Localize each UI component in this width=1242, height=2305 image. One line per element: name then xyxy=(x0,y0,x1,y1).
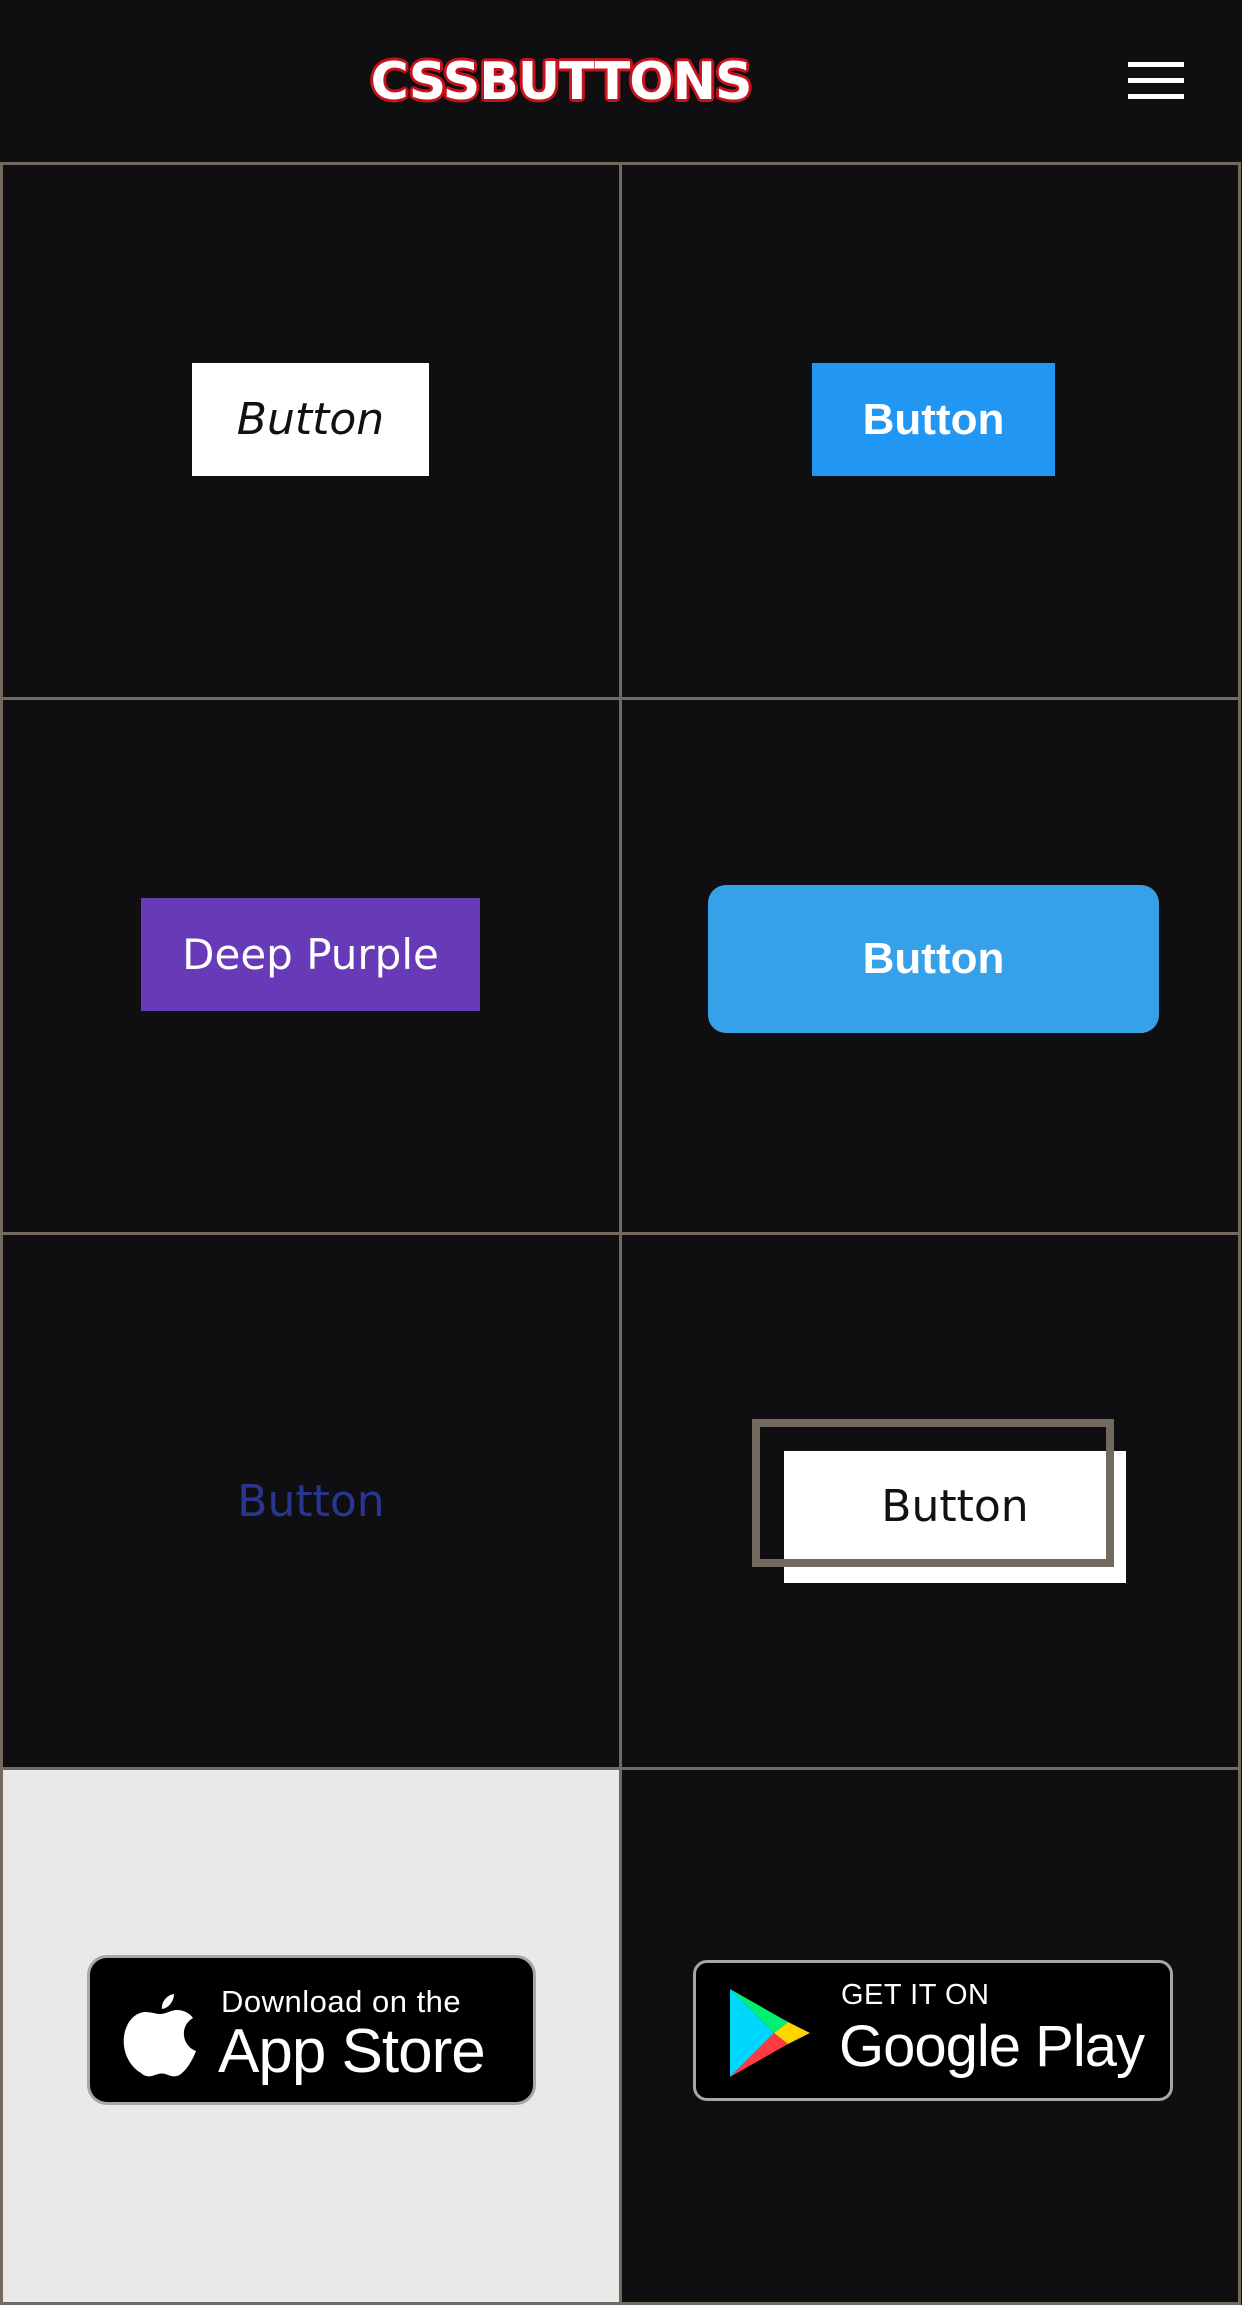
app-store-small-text: Download on the xyxy=(221,1984,462,2019)
italic-white-button[interactable]: Button xyxy=(192,363,429,476)
site-header: CSSBUTTONS xyxy=(0,0,1242,162)
offset-frame-button[interactable]: Button xyxy=(752,1419,1128,1583)
site-logo[interactable]: CSSBUTTONS xyxy=(0,48,1122,116)
google-play-badge[interactable]: GET IT ON Google Play xyxy=(693,1960,1173,2101)
grid-cell-4: Button xyxy=(619,697,1241,1235)
grid-cell-1: Button xyxy=(0,162,622,700)
app-store-badge[interactable]: Download on the App Store xyxy=(87,1955,536,2105)
hamburger-menu-icon[interactable] xyxy=(1128,60,1184,102)
grid-cell-5: Button xyxy=(0,1232,622,1770)
menu-bar-bottom xyxy=(1128,94,1184,99)
deep-purple-button[interactable]: Deep Purple xyxy=(141,898,480,1011)
google-play-small-text: GET IT ON xyxy=(841,1979,990,2011)
google-play-big-text: Google Play xyxy=(839,2014,1145,2079)
grid-cell-6: Button xyxy=(619,1232,1241,1770)
menu-bar-top xyxy=(1128,62,1184,67)
text-link-button[interactable]: Button xyxy=(3,1461,619,1541)
grid-cell-3: Deep Purple xyxy=(0,697,622,1235)
app-store-big-text: App Store xyxy=(218,2017,486,2086)
offset-frame-label: Button xyxy=(881,1480,1029,1532)
apple-icon xyxy=(123,1994,196,2077)
google-play-icon xyxy=(730,1989,810,2077)
button-grid: Button Button Deep Purple Button Button … xyxy=(0,162,1242,2305)
blue-rounded-button[interactable]: Button xyxy=(708,885,1159,1033)
blue-flat-button[interactable]: Button xyxy=(812,363,1055,476)
menu-bar-middle xyxy=(1128,78,1184,83)
grid-cell-2: Button xyxy=(619,162,1241,700)
